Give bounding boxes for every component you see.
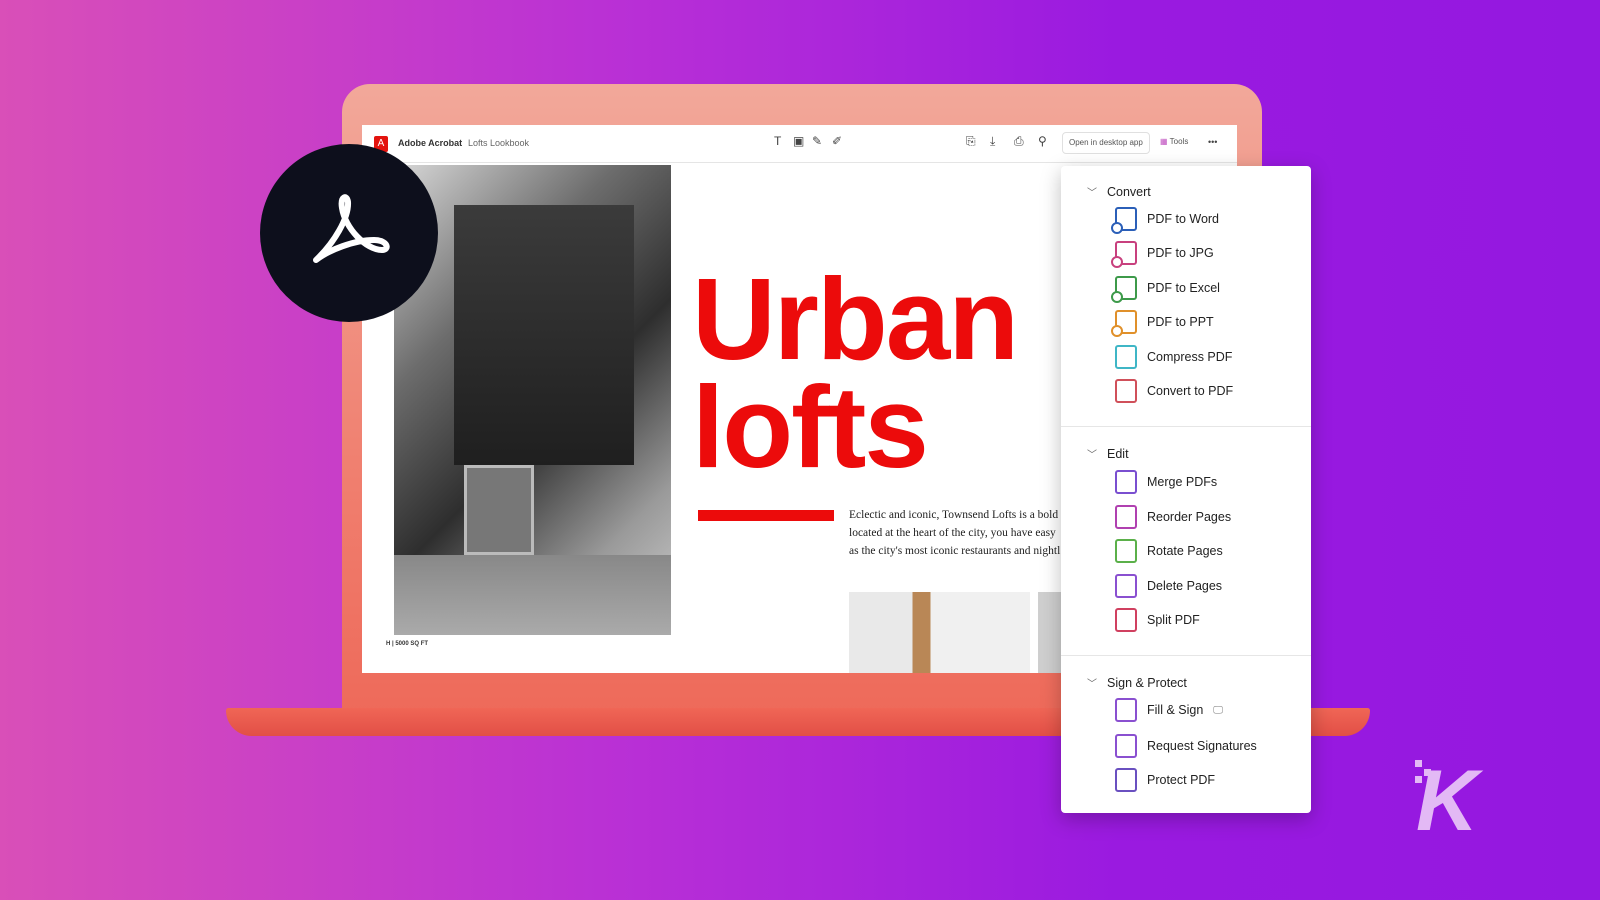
tool-rotate-pages[interactable]: Rotate Pages — [1115, 539, 1223, 563]
request-signatures-icon — [1115, 734, 1137, 758]
print-icon[interactable]: ⎙ — [1014, 134, 1024, 149]
tool-pdf-to-excel[interactable]: PDF to Excel — [1111, 276, 1220, 303]
tool-pdf-to-word[interactable]: PDF to Word — [1111, 207, 1220, 234]
tool-label: Delete Pages — [1147, 579, 1223, 593]
section-title: Convert — [1107, 184, 1151, 199]
open-desktop-button[interactable]: Open in desktop app — [1062, 132, 1150, 154]
tools-panel: ﹀ Convert PDF to Word PDF to JPG PDF to Exce… — [1061, 166, 1311, 813]
section-title: Edit — [1107, 446, 1129, 461]
document-name: Lofts Lookbook — [468, 138, 530, 148]
tool-label: Split PDF — [1147, 613, 1200, 627]
tool-protect-pdf[interactable]: Protect PDF — [1115, 768, 1215, 792]
delete-pages-icon — [1115, 574, 1137, 598]
tool-label: Convert to PDF — [1147, 384, 1234, 398]
pdf-to-excel-icon — [1111, 276, 1137, 303]
tool-split-pdf[interactable]: Split PDF — [1115, 608, 1200, 632]
section-title: Sign & Protect — [1107, 675, 1187, 690]
tool-label: Compress PDF — [1147, 350, 1233, 364]
headline: Urban lofts — [692, 254, 1019, 492]
share-icon[interactable]: ⎘ — [966, 134, 976, 149]
tool-label: PDF to Word — [1147, 212, 1220, 226]
divider — [1061, 426, 1311, 427]
reorder-pages-icon — [1115, 505, 1137, 529]
paragraph-line: located at the heart of the city, you ha… — [849, 527, 1056, 539]
tool-label: Protect PDF — [1147, 773, 1216, 787]
desktop-icon: 🖵 — [1213, 704, 1223, 716]
tool-compress-pdf[interactable]: Compress PDF — [1115, 345, 1232, 369]
tool-label: PDF to JPG — [1147, 246, 1214, 260]
headline-line-1: Urban — [692, 254, 1019, 384]
section-header-convert[interactable]: ﹀ Convert — [1087, 184, 1151, 200]
tools-icon: ▦ — [1160, 137, 1170, 146]
highlight-icon[interactable]: ✎ — [812, 134, 822, 148]
protect-pdf-icon — [1115, 768, 1137, 792]
acrobat-logo-icon — [313, 194, 390, 263]
tool-fill-sign[interactable]: Fill & Sign 🖵 — [1115, 698, 1223, 722]
paragraph-line: as the city's most iconic restaurants an… — [849, 545, 1061, 557]
chevron-down-icon: ﹀ — [1087, 188, 1097, 199]
pdf-to-jpg-icon — [1111, 241, 1137, 268]
tool-label: Fill & Sign — [1147, 703, 1204, 717]
watermark-logo: K — [1416, 753, 1479, 849]
tool-convert-to-pdf[interactable]: Convert to PDF — [1115, 379, 1233, 403]
split-pdf-icon — [1115, 608, 1137, 632]
tool-merge-pdfs[interactable]: Merge PDFs — [1115, 470, 1217, 494]
section-header-edit[interactable]: ﹀ Edit — [1087, 446, 1129, 462]
tool-delete-pages[interactable]: Delete Pages — [1115, 574, 1222, 598]
tool-request-signatures[interactable]: Request Signatures — [1115, 734, 1257, 758]
search-icon[interactable]: ⚲ — [1038, 134, 1047, 148]
body-paragraph: Eclectic and iconic, Townsend Lofts is a… — [849, 506, 1069, 560]
tool-pdf-to-jpg[interactable]: PDF to JPG — [1111, 241, 1214, 268]
draw-icon[interactable]: ✐ — [832, 134, 842, 148]
rotate-pages-icon — [1115, 539, 1137, 563]
photo-caption: H | 5000 SQ FT — [386, 641, 429, 647]
divider — [1061, 655, 1311, 656]
fill-sign-icon — [1115, 698, 1137, 722]
accent-bar — [698, 510, 834, 521]
headline-line-2: lofts — [692, 362, 929, 492]
tool-label: PDF to Excel — [1147, 281, 1220, 295]
toolbar: A Adobe Acrobat Lofts Lookbook T ▣ ✎ ✐ ⎘… — [362, 125, 1237, 163]
section-header-sign-protect[interactable]: ﹀ Sign & Protect — [1087, 675, 1187, 691]
tool-reorder-pages[interactable]: Reorder Pages — [1115, 505, 1231, 529]
comment-icon[interactable]: ▣ — [793, 134, 804, 148]
chevron-down-icon: ﹀ — [1087, 450, 1097, 461]
tool-label: Request Signatures — [1147, 739, 1257, 753]
chevron-down-icon: ﹀ — [1087, 679, 1097, 690]
paragraph-line: Eclectic and iconic, Townsend Lofts is a… — [849, 509, 1059, 521]
app-name: Adobe Acrobat — [398, 138, 463, 148]
pdf-to-ppt-icon — [1111, 310, 1137, 337]
tool-label: Rotate Pages — [1147, 544, 1223, 558]
compress-pdf-icon — [1115, 345, 1137, 369]
pdf-to-word-icon — [1111, 207, 1137, 234]
more-icon[interactable]: ••• — [1208, 137, 1217, 147]
tool-label: Reorder Pages — [1147, 510, 1232, 524]
tool-pdf-to-ppt[interactable]: PDF to PPT — [1111, 310, 1214, 337]
acrobat-logo-badge — [260, 144, 438, 322]
tool-label: Merge PDFs — [1147, 475, 1218, 489]
merge-pdfs-icon — [1115, 470, 1137, 494]
tool-label: PDF to PPT — [1147, 315, 1214, 329]
kitchen-photo — [849, 592, 1030, 673]
text-tool-icon[interactable]: T — [774, 134, 781, 148]
download-icon[interactable]: ⤓ — [990, 134, 995, 149]
tools-button[interactable]: ▦ Tools — [1154, 132, 1194, 154]
convert-to-pdf-icon — [1115, 379, 1137, 403]
tools-label: Tools — [1169, 137, 1189, 146]
